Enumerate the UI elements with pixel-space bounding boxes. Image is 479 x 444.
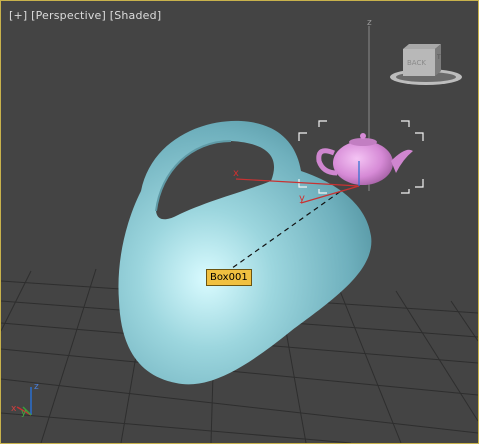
object-name-tooltip: Box001 bbox=[206, 269, 252, 286]
perspective-viewport[interactable]: z x y BACK T z x y [+] [Perspective] [Sh… bbox=[0, 0, 479, 444]
world-z-label: z bbox=[34, 382, 39, 392]
teapot-object[interactable] bbox=[316, 133, 413, 185]
viewport-menu-shading[interactable]: [Shaded] bbox=[110, 9, 162, 22]
gizmo-x-label: x bbox=[233, 168, 239, 179]
viewcube-side-label: T bbox=[436, 54, 441, 61]
gizmo-y-label: y bbox=[299, 193, 305, 204]
viewcube[interactable]: BACK T bbox=[390, 44, 462, 85]
viewport-menu-perspective[interactable]: [Perspective] bbox=[31, 9, 106, 22]
viewport-label: [+] [Perspective] [Shaded] bbox=[9, 9, 161, 22]
world-y-label: y bbox=[21, 408, 27, 418]
viewport-scene[interactable]: z x y BACK T z x y bbox=[1, 1, 478, 443]
viewport-menu-plus[interactable]: [+] bbox=[9, 9, 27, 22]
world-x-label: x bbox=[11, 404, 17, 414]
viewcube-face-label: BACK bbox=[407, 59, 426, 67]
z-guide-label: z bbox=[367, 18, 372, 28]
